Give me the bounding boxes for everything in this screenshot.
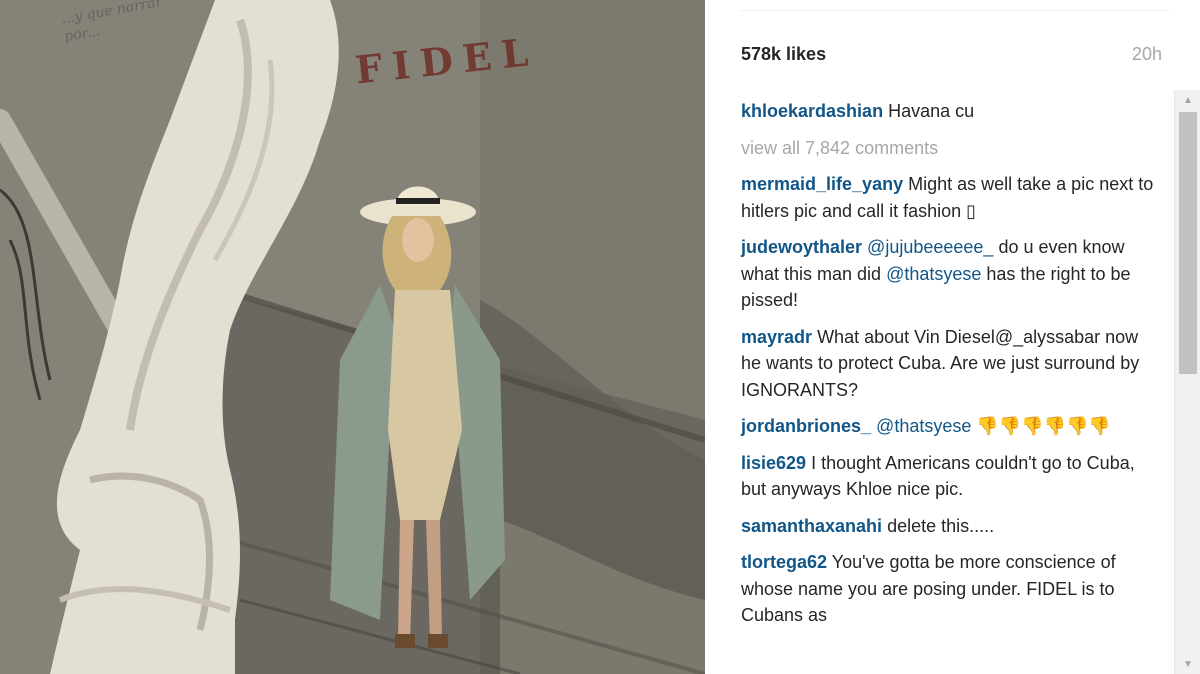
comment-text: delete this..... — [887, 515, 995, 536]
comment-mention[interactable]: @thatsyese — [886, 264, 981, 284]
comment-item: mermaid_life_yany Might as well take a p… — [741, 171, 1159, 224]
post-photo[interactable]: FIDEL ...y que narrar por... — [0, 0, 705, 674]
comment-text: 👎👎👎👎👎👎 — [971, 416, 1111, 436]
comment-item: judewoythaler @jujubeeeeee_ do u even kn… — [741, 234, 1159, 314]
top-divider — [741, 10, 1169, 11]
comment-item: mayradr What about Vin Diesel@_alyssabar… — [741, 324, 1159, 404]
comment-mention[interactable]: @jujubeeeeee_ — [867, 237, 993, 257]
scroll-up-arrow-icon[interactable]: ▲ — [1175, 92, 1200, 110]
comment-item: samanthaxanahi delete this..... — [741, 513, 1159, 540]
view-all-comments-link[interactable]: view all 7,842 comments — [741, 135, 1159, 162]
comment-mention[interactable]: @thatsyese — [876, 416, 971, 436]
caption-username[interactable]: khloekardashian — [741, 101, 883, 121]
comment-item: jordanbriones_ @thatsyese 👎👎👎👎👎👎 — [741, 413, 1159, 440]
scroll-thumb[interactable] — [1179, 112, 1197, 374]
caption-text: Havana cu — [888, 101, 975, 121]
post-sidebar: 578k likes 20h khloekardashian Havana cu… — [705, 0, 1200, 674]
photo-illustration — [0, 0, 705, 674]
comments-list: khloekardashian Havana cu view all 7,842… — [741, 98, 1159, 639]
scroll-down-arrow-icon[interactable]: ▼ — [1175, 656, 1200, 674]
comment-username[interactable]: judewoythaler — [741, 237, 862, 257]
likes-count[interactable]: 578k likes — [741, 44, 826, 65]
comment-username[interactable]: jordanbriones_ — [741, 416, 871, 436]
comment-username[interactable]: lisie629 — [741, 453, 806, 473]
post-caption: khloekardashian Havana cu — [741, 98, 1159, 125]
comment-username[interactable]: mayradr — [741, 327, 812, 347]
comment-item: lisie629 I thought Americans couldn't go… — [741, 450, 1159, 503]
comment-username[interactable]: samanthaxanahi — [741, 516, 882, 536]
comments-scrollbar[interactable]: ▲ ▼ — [1174, 90, 1200, 674]
post-time-ago[interactable]: 20h — [1132, 44, 1162, 65]
comment-username[interactable]: tlortega62 — [741, 552, 827, 572]
comment-username[interactable]: mermaid_life_yany — [741, 174, 903, 194]
comment-item: tlortega62 You've gotta be more conscien… — [741, 549, 1159, 629]
